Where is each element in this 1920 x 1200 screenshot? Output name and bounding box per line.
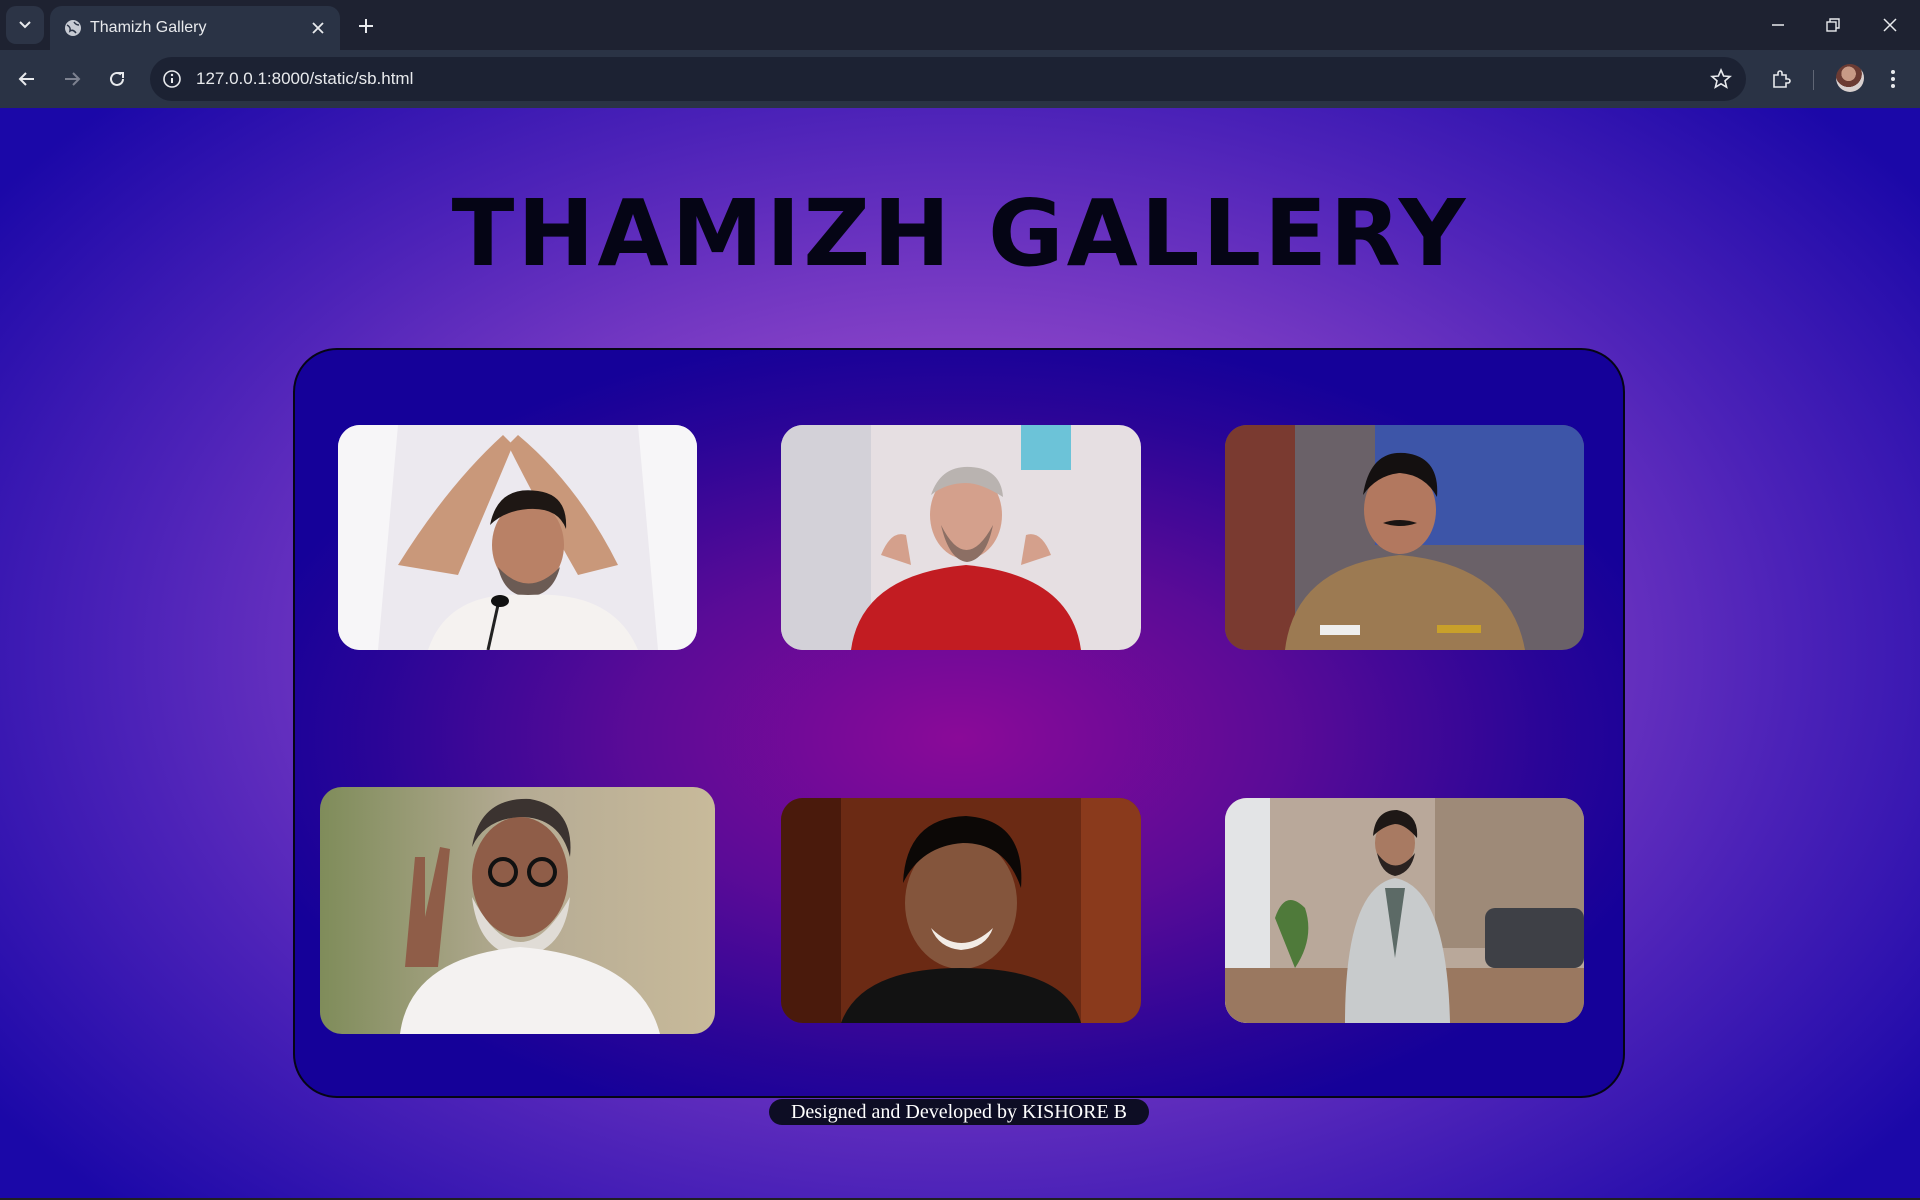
gallery-photo-1[interactable] [338,425,697,650]
kebab-menu-icon [1891,70,1895,88]
close-window-button[interactable] [1872,10,1908,40]
footer-credit: Designed and Developed by KISHORE B [769,1099,1149,1125]
gallery-photo-6[interactable] [1225,798,1584,1023]
address-bar[interactable]: 127.0.0.1:8000/static/sb.html [150,57,1746,101]
actor-photo-image [1225,798,1584,1023]
tab-search-button[interactable] [6,6,44,44]
page-title: THAMIZH GALLERY [451,180,1469,287]
url-text[interactable]: 127.0.0.1:8000/static/sb.html [196,69,413,89]
reload-icon [110,71,124,86]
info-icon[interactable] [162,69,182,89]
browser-menu-button[interactable] [1876,62,1910,96]
tab-strip: Thamizh Gallery [0,0,1920,50]
close-icon [312,22,324,34]
gallery-photo-2[interactable] [781,425,1141,650]
actor-photo-image [338,425,697,650]
puzzle-icon [1773,70,1791,88]
minimize-button[interactable] [1760,10,1796,40]
close-icon [1883,18,1897,32]
gallery-panel [293,348,1625,1098]
arrow-right-icon [65,72,81,86]
star-icon[interactable] [1710,68,1732,90]
minimize-icon [1772,24,1784,26]
plus-icon [359,19,373,33]
actor-photo-image [781,425,1141,650]
new-tab-button[interactable] [354,14,378,38]
page-body: THAMIZH GALLERY Designed and Developed b… [0,108,1920,1198]
tab-thamizh-gallery[interactable]: Thamizh Gallery [50,6,340,50]
restore-icon [1826,18,1840,32]
back-button[interactable] [10,62,44,96]
extensions-button[interactable] [1764,62,1798,96]
actor-photo-image [1225,425,1584,650]
arrow-left-icon [18,72,34,86]
browser-toolbar: 127.0.0.1:8000/static/sb.html [0,50,1920,108]
toolbar-divider [1813,70,1814,90]
actor-photo-image [320,787,715,1034]
forward-button[interactable] [55,62,89,96]
gallery-photo-3[interactable] [1225,425,1584,650]
reload-button[interactable] [100,62,134,96]
browser-chrome: Thamizh Gallery 127.0.0.1:8000/static/sb… [0,0,1920,108]
restore-button[interactable] [1815,10,1851,40]
gallery-photo-4[interactable] [320,787,715,1034]
chevron-down-icon [19,21,31,29]
globe-icon [65,20,81,36]
gallery-photo-5[interactable] [781,798,1141,1023]
tab-title: Thamizh Gallery [90,19,207,36]
tab-close-button[interactable] [308,18,328,38]
actor-photo-image [781,798,1141,1023]
profile-avatar[interactable] [1836,64,1864,92]
